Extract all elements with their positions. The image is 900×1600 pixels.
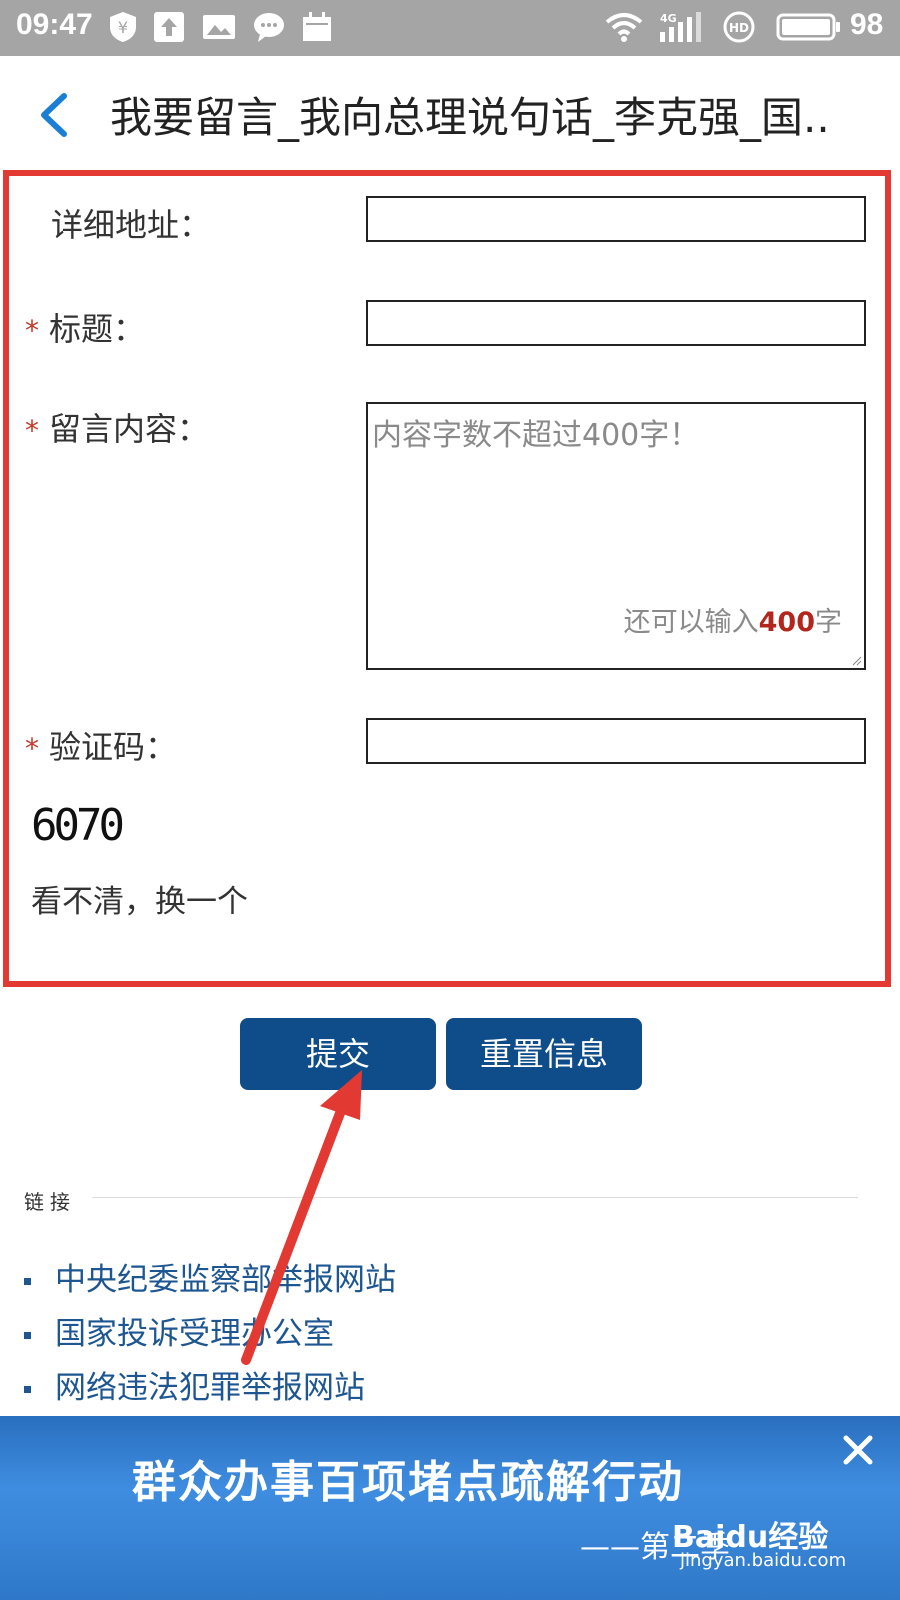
link-text: 中央纪委监察部举报网站 (55, 1262, 396, 1298)
submit-button[interactable]: 提交 (240, 1018, 436, 1090)
links-heading: 链接 (24, 1190, 76, 1214)
remaining-count-text: 还可以输入400字 (624, 600, 842, 639)
refresh-captcha-link[interactable]: 看不清，换一个 (31, 876, 248, 921)
link-text: 国家投诉受理办公室 (55, 1316, 334, 1352)
chat-icon (254, 13, 284, 42)
baidu-watermark-url: jingyan.baidu.com (680, 1550, 847, 1571)
bullet-icon (24, 1386, 31, 1393)
content-label: * 留言内容： (25, 404, 209, 450)
required-marker: * (25, 732, 39, 765)
captcha-input[interactable] (366, 718, 866, 764)
captcha-label-text: 验证码： (49, 728, 178, 766)
address-label: 详细地址： (51, 206, 212, 244)
svg-text:HD: HD (729, 21, 749, 35)
ad-banner[interactable]: 群众办事百项堵点疏解行动 ——第二季 Baidu经验 jingyan.baidu… (0, 1416, 900, 1600)
status-bar: 09:47 ¥ 4G HD 98 (0, 0, 900, 56)
battery-icon (776, 13, 840, 41)
calendar-icon (303, 12, 331, 41)
title-bar: 我要留言_我向总理说句话_李克强_国.. (0, 56, 900, 168)
title-label: * 标题： (25, 304, 145, 350)
link-item[interactable]: 中央纪委监察部举报网站 (24, 1254, 396, 1299)
link-item[interactable]: 国家投诉受理办公室 (24, 1308, 334, 1353)
remaining-suffix: 字 (815, 607, 842, 638)
title-input[interactable] (366, 300, 866, 346)
content-textarea[interactable]: 内容字数不超过400字！ 还可以输入400字 (366, 402, 866, 670)
upload-icon (154, 12, 184, 42)
shield-yen-icon: ¥ (110, 12, 136, 42)
svg-text:¥: ¥ (118, 18, 128, 37)
link-item[interactable]: 网络违法犯罪举报网站 (24, 1362, 365, 1407)
remaining-prefix: 还可以输入 (623, 607, 759, 638)
captcha-label: * 验证码： (25, 722, 177, 768)
signal-4g-icon: 4G (660, 12, 701, 42)
page-title: 我要留言_我向总理说句话_李克强_国.. (110, 93, 830, 142)
message-form-highlight: 详细地址： * 标题： * 留言内容： 内容字数不超过400字！ 还可以输入400字… (3, 170, 891, 987)
wifi-icon (605, 13, 643, 42)
status-time: 09:47 (16, 8, 93, 41)
required-marker: * (25, 314, 39, 347)
bullet-icon (24, 1332, 31, 1339)
title-label-text: 标题： (49, 310, 146, 348)
required-marker: * (25, 414, 39, 447)
link-text: 网络违法犯罪举报网站 (55, 1370, 365, 1406)
captcha-image[interactable]: 6070 (31, 794, 141, 852)
content-label-text: 留言内容： (49, 410, 210, 448)
address-input[interactable] (366, 196, 866, 242)
svg-text:4G: 4G (660, 12, 677, 25)
battery-level: 98 (850, 8, 884, 41)
remaining-count: 400 (758, 607, 815, 638)
banner-text: 群众办事百项堵点疏解行动 (132, 1457, 684, 1508)
reset-button[interactable]: 重置信息 (446, 1018, 642, 1090)
image-icon (203, 15, 235, 39)
close-icon[interactable] (838, 1430, 878, 1470)
resize-handle-icon[interactable] (850, 654, 862, 666)
back-icon[interactable] (30, 88, 80, 142)
hd-icon: HD (723, 11, 755, 43)
content-placeholder: 内容字数不超过400字！ (372, 418, 700, 453)
captcha-text: 6070 (31, 800, 125, 851)
bullet-icon (24, 1278, 31, 1285)
links-divider (92, 1197, 858, 1198)
